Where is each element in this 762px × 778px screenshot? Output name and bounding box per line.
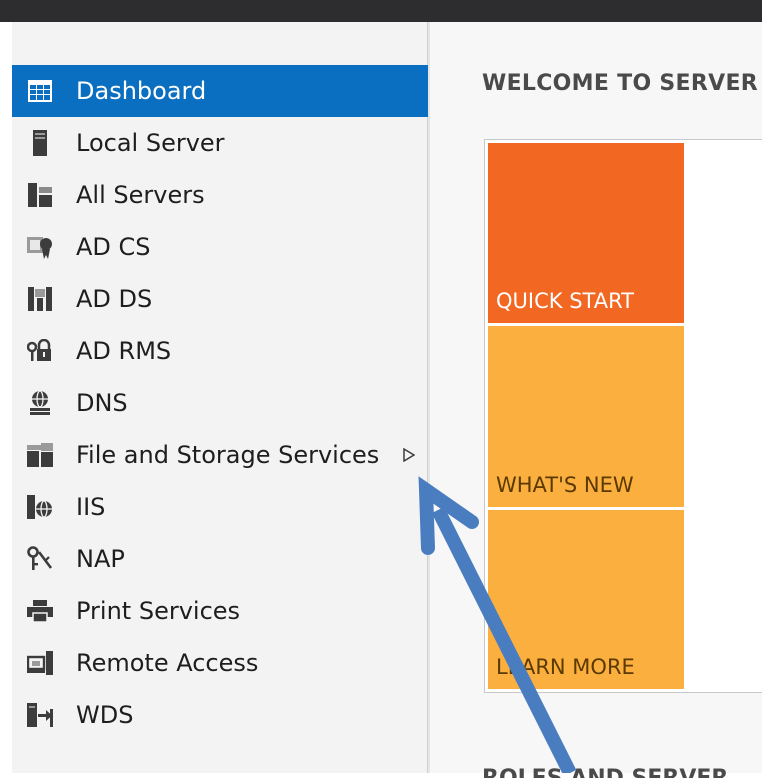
nap-keys-icon — [26, 545, 54, 573]
rights-lock-icon — [26, 337, 54, 365]
sidebar-nav: Dashboard Local Server All Servers AD CS… — [12, 22, 428, 773]
sidebar-item-label: Dashboard — [76, 77, 207, 105]
local-server-icon — [26, 129, 54, 157]
certificate-icon — [26, 233, 54, 261]
sidebar-item-ad-cs[interactable]: AD CS — [12, 221, 428, 273]
remote-access-icon — [26, 649, 54, 677]
main-content: WELCOME TO SERVER QUICK START WHAT'S NEW… — [430, 22, 762, 778]
file-storage-icon — [26, 441, 54, 469]
roles-heading: ROLES AND SERVER — [482, 766, 728, 778]
sidebar-item-label: AD RMS — [76, 337, 172, 365]
sidebar-item-dns[interactable]: DNS — [12, 377, 428, 429]
sidebar-item-label: Remote Access — [76, 649, 259, 677]
tile-label: WHAT'S NEW — [496, 473, 634, 497]
sidebar-item-label: WDS — [76, 701, 134, 729]
sidebar-list: Dashboard Local Server All Servers AD CS… — [12, 65, 428, 741]
sidebar-item-label: Local Server — [76, 129, 225, 157]
sidebar-item-label: IIS — [76, 493, 106, 521]
tile-whats-new[interactable]: WHAT'S NEW — [488, 326, 684, 507]
sidebar-item-label: All Servers — [76, 181, 205, 209]
iis-globe-icon — [26, 493, 54, 521]
tile-label: LEARN MORE — [496, 655, 635, 679]
directory-icon — [26, 285, 54, 313]
sidebar-item-label: AD DS — [76, 285, 153, 313]
tile-label: QUICK START — [496, 289, 634, 313]
welcome-tiles-panel: QUICK START WHAT'S NEW LEARN MORE — [484, 139, 762, 693]
sidebar-item-local-server[interactable]: Local Server — [12, 117, 428, 169]
sidebar-item-ad-rms[interactable]: AD RMS — [12, 325, 428, 377]
welcome-title: WELCOME TO SERVER — [482, 71, 759, 96]
sidebar-item-iis[interactable]: IIS — [12, 481, 428, 533]
sidebar-item-dashboard[interactable]: Dashboard — [12, 65, 428, 117]
sidebar-item-label: AD CS — [76, 233, 151, 261]
sidebar-item-label: DNS — [76, 389, 128, 417]
sidebar-item-remote-access[interactable]: Remote Access — [12, 637, 428, 689]
sidebar-item-label: Print Services — [76, 597, 241, 625]
sidebar-item-nap[interactable]: NAP — [12, 533, 428, 585]
tile-learn-more[interactable]: LEARN MORE — [488, 510, 684, 689]
sidebar-item-wds[interactable]: WDS — [12, 689, 428, 741]
tile-quick-start[interactable]: QUICK START — [488, 143, 684, 323]
sidebar-item-ad-ds[interactable]: AD DS — [12, 273, 428, 325]
expand-arrow-icon[interactable] — [400, 446, 418, 464]
sidebar-item-label: File and Storage Services — [76, 441, 380, 469]
sidebar-item-file-and-storage-services[interactable]: File and Storage Services — [12, 429, 428, 481]
dns-icon — [26, 389, 54, 417]
wds-icon — [26, 701, 54, 729]
sidebar-item-print-services[interactable]: Print Services — [12, 585, 428, 637]
all-servers-icon — [26, 181, 54, 209]
sidebar-item-label: NAP — [76, 545, 125, 573]
dashboard-icon — [26, 77, 54, 105]
window-titlebar — [0, 0, 762, 22]
printer-icon — [26, 597, 54, 625]
sidebar-item-all-servers[interactable]: All Servers — [12, 169, 428, 221]
